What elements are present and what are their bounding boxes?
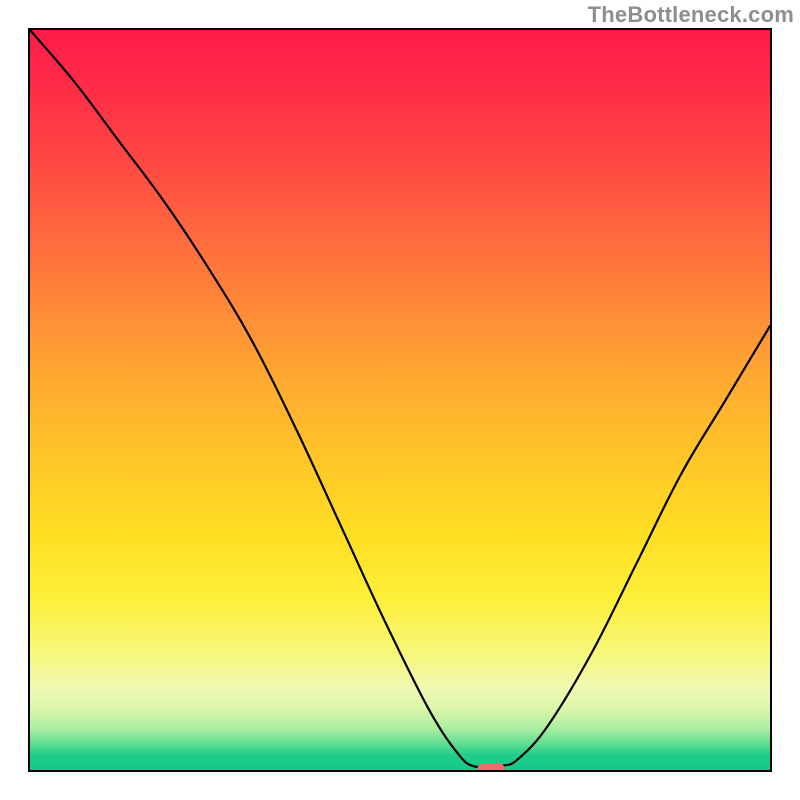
optimal-point-marker <box>477 763 505 772</box>
watermark-text: TheBottleneck.com <box>588 2 794 28</box>
bottleneck-curve-path <box>30 30 770 767</box>
plot-area <box>28 28 772 772</box>
chart-stage: TheBottleneck.com <box>0 0 800 800</box>
curve-svg <box>30 30 770 770</box>
